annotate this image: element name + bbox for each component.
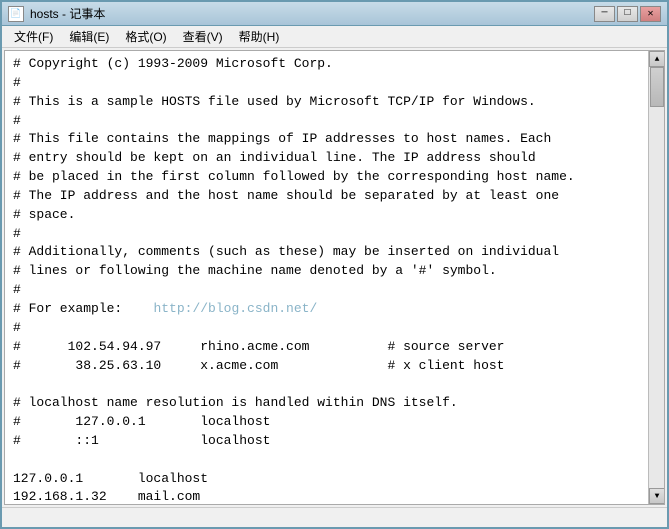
menu-format[interactable]: 格式(O) (117, 26, 174, 47)
title-buttons: ─ □ ✕ (594, 6, 661, 22)
watermark-text: http://blog.csdn.net/ (153, 301, 317, 316)
content-area: # Copyright (c) 1993-2009 Microsoft Corp… (4, 50, 665, 505)
title-bar: 📄 hosts - 记事本 ─ □ ✕ (2, 2, 667, 26)
menu-edit[interactable]: 编辑(E) (61, 26, 117, 47)
status-bar (2, 507, 667, 527)
menu-bar: 文件(F) 编辑(E) 格式(O) 查看(V) 帮助(H) (2, 26, 667, 48)
scroll-down-button[interactable]: ▼ (649, 488, 665, 504)
app-icon: 📄 (8, 6, 24, 22)
minimize-button[interactable]: ─ (594, 6, 615, 22)
text-editor[interactable]: # Copyright (c) 1993-2009 Microsoft Corp… (5, 51, 648, 504)
title-bar-left: 📄 hosts - 记事本 (8, 5, 105, 22)
maximize-button[interactable]: □ (617, 6, 638, 22)
scroll-up-button[interactable]: ▲ (649, 51, 665, 67)
menu-file[interactable]: 文件(F) (6, 26, 61, 47)
scrollbar-vertical[interactable]: ▲ ▼ (648, 51, 664, 504)
close-button[interactable]: ✕ (640, 6, 661, 22)
menu-view[interactable]: 查看(V) (175, 26, 231, 47)
window-title: hosts - 记事本 (30, 5, 105, 22)
scroll-thumb[interactable] (650, 67, 664, 107)
menu-help[interactable]: 帮助(H) (231, 26, 288, 47)
scroll-track[interactable] (649, 67, 664, 488)
main-window: 📄 hosts - 记事本 ─ □ ✕ 文件(F) 编辑(E) 格式(O) 查看… (0, 0, 669, 529)
